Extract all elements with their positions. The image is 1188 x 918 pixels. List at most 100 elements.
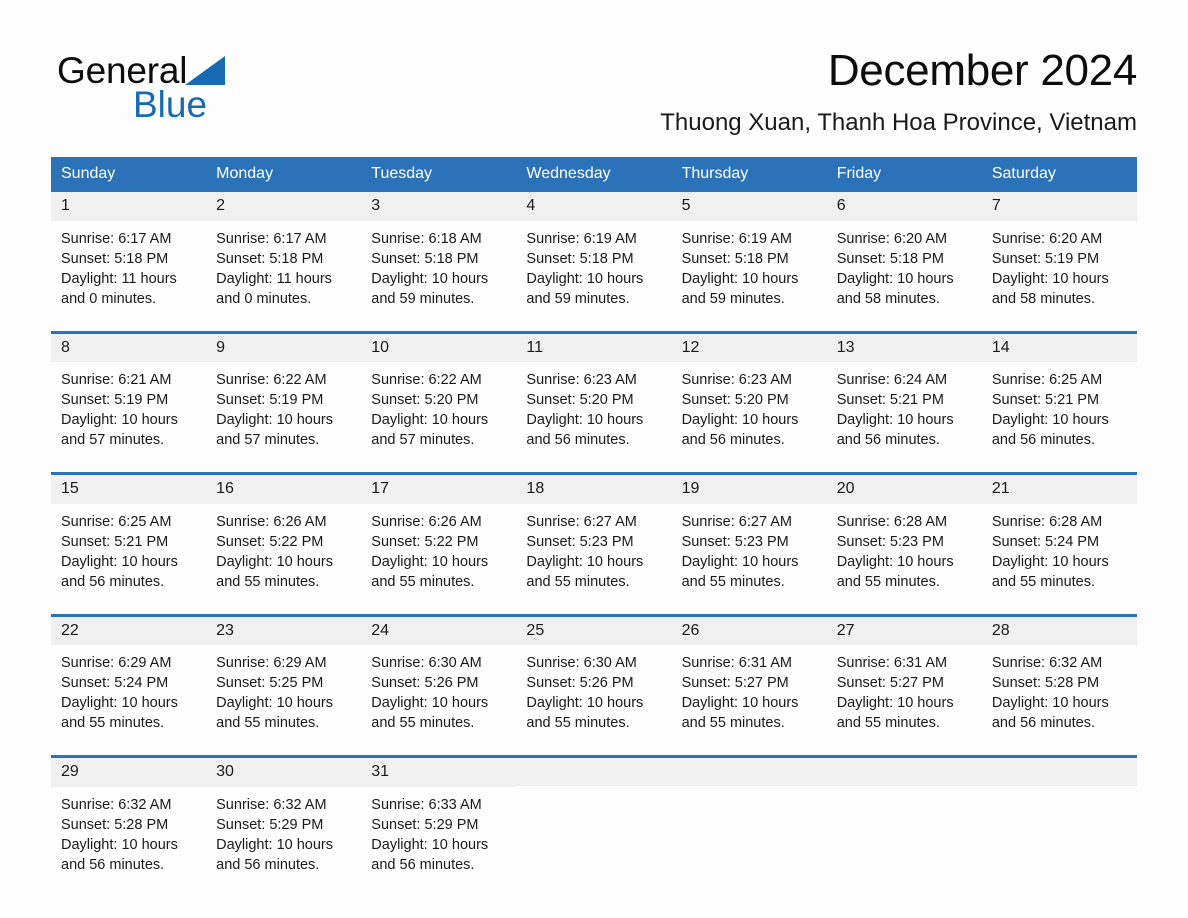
daylight-line1: Daylight: 10 hours (61, 836, 178, 853)
day-cell[interactable]: 27 Sunrise: 6:31 AM Sunset: 5:27 PM Dayl… (826, 616, 982, 738)
logo-triangle-icon (185, 56, 226, 85)
day-cell[interactable]: 16 Sunrise: 6:26 AM Sunset: 5:22 PM Dayl… (206, 475, 362, 596)
sunrise-text: Sunrise: 6:19 AM (526, 230, 637, 247)
logo-text-blue: Blue (133, 84, 208, 125)
day-cell[interactable]: 29 Sunrise: 6:32 AM Sunset: 5:28 PM Dayl… (51, 758, 207, 879)
daylight-line2: and 56 minutes. (836, 432, 940, 449)
daylight-line1: Daylight: 10 hours (216, 553, 334, 570)
sunrise-text: Sunrise: 6:28 AM (836, 513, 948, 530)
day-cell[interactable]: 4 Sunrise: 6:19 AM Sunset: 5:18 PM Dayli… (516, 192, 672, 313)
day-cell[interactable]: 8 Sunrise: 6:21 AM Sunset: 5:19 PM Dayli… (51, 333, 207, 455)
sunrise-text: Sunrise: 6:22 AM (371, 372, 482, 389)
sunrise-text: Sunrise: 6:23 AM (681, 372, 792, 389)
day-cell[interactable]: 6 Sunrise: 6:20 AM Sunset: 5:18 PM Dayli… (826, 192, 982, 313)
daylight-line1: Daylight: 10 hours (371, 553, 489, 570)
sunrise-text: Sunrise: 6:26 AM (371, 513, 482, 530)
day-cell[interactable]: 5 Sunrise: 6:19 AM Sunset: 5:18 PM Dayli… (671, 192, 827, 313)
day-cell[interactable]: 31 Sunrise: 6:33 AM Sunset: 5:29 PM Dayl… (361, 758, 517, 879)
daylight-line1: Daylight: 10 hours (526, 270, 644, 287)
daylight-line2: and 56 minutes. (216, 856, 320, 873)
calendar-page: General Blue December 2024 Thuong Xuan, … (0, 0, 1188, 918)
day-cell[interactable]: 3 Sunrise: 6:18 AM Sunset: 5:18 PM Dayli… (361, 192, 517, 313)
week-row: 29 Sunrise: 6:32 AM Sunset: 5:28 PM Dayl… (51, 758, 1137, 879)
day-cell[interactable]: 12 Sunrise: 6:23 AM Sunset: 5:20 PM Dayl… (671, 333, 827, 455)
daylight-line2: and 56 minutes. (61, 856, 165, 873)
day-cell[interactable]: 15 Sunrise: 6:25 AM Sunset: 5:21 PM Dayl… (51, 475, 207, 596)
sunrise-text: Sunrise: 6:18 AM (371, 230, 482, 247)
day-details: Sunrise: 6:30 AM Sunset: 5:26 PM Dayligh… (516, 645, 671, 737)
day-cell[interactable]: 23 Sunrise: 6:29 AM Sunset: 5:25 PM Dayl… (206, 616, 362, 738)
sunset-text: Sunset: 5:18 PM (61, 250, 169, 267)
sunrise-text: Sunrise: 6:25 AM (61, 513, 172, 530)
day-number: 22 (51, 616, 207, 646)
sunrise-text: Sunrise: 6:31 AM (681, 655, 792, 672)
day-cell[interactable]: 24 Sunrise: 6:30 AM Sunset: 5:26 PM Dayl… (361, 616, 517, 738)
day-cell[interactable]: 9 Sunrise: 6:22 AM Sunset: 5:19 PM Dayli… (206, 333, 362, 455)
day-cell[interactable]: 26 Sunrise: 6:31 AM Sunset: 5:27 PM Dayl… (671, 616, 827, 738)
day-details: Sunrise: 6:17 AM Sunset: 5:18 PM Dayligh… (51, 221, 206, 313)
day-number: 16 (206, 475, 362, 504)
sunset-text: Sunset: 5:22 PM (371, 533, 479, 550)
sunset-text: Sunset: 5:18 PM (371, 250, 479, 267)
day-details (516, 786, 671, 878)
sunset-text: Sunset: 5:19 PM (61, 392, 169, 409)
week-row: 8 Sunrise: 6:21 AM Sunset: 5:19 PM Dayli… (51, 333, 1137, 455)
day-cell[interactable]: 2 Sunrise: 6:17 AM Sunset: 5:18 PM Dayli… (206, 192, 362, 313)
sunset-text: Sunset: 5:19 PM (991, 250, 1100, 267)
day-cell[interactable]: 25 Sunrise: 6:30 AM Sunset: 5:26 PM Dayl… (516, 616, 672, 738)
sunset-text: Sunset: 5:22 PM (216, 533, 324, 550)
daylight-line2: and 55 minutes. (836, 715, 940, 732)
day-cell-empty (516, 758, 672, 879)
day-cell[interactable]: 10 Sunrise: 6:22 AM Sunset: 5:20 PM Dayl… (361, 333, 517, 455)
day-details: Sunrise: 6:33 AM Sunset: 5:29 PM Dayligh… (361, 787, 516, 879)
sunset-text: Sunset: 5:21 PM (61, 533, 169, 550)
day-cell-empty (981, 758, 1137, 879)
sunset-text: Sunset: 5:20 PM (526, 392, 634, 409)
sunrise-text: Sunrise: 6:20 AM (836, 230, 948, 247)
day-cell[interactable]: 20 Sunrise: 6:28 AM Sunset: 5:23 PM Dayl… (826, 475, 982, 596)
daylight-line2: and 56 minutes. (526, 432, 630, 449)
day-cell[interactable]: 30 Sunrise: 6:32 AM Sunset: 5:29 PM Dayl… (206, 758, 362, 879)
sunrise-text: Sunrise: 6:19 AM (681, 230, 792, 247)
day-cell[interactable]: 7 Sunrise: 6:20 AM Sunset: 5:19 PM Dayli… (981, 192, 1137, 313)
daylight-line2: and 59 minutes. (681, 290, 785, 307)
daylight-line2: and 0 minutes. (61, 290, 157, 307)
day-details: Sunrise: 6:23 AM Sunset: 5:20 PM Dayligh… (672, 362, 827, 454)
day-details: Sunrise: 6:25 AM Sunset: 5:21 PM Dayligh… (51, 504, 206, 596)
sunset-text: Sunset: 5:21 PM (836, 392, 944, 409)
daylight-line1: Daylight: 11 hours (61, 270, 177, 287)
sunset-text: Sunset: 5:29 PM (216, 816, 324, 833)
day-cell[interactable]: 19 Sunrise: 6:27 AM Sunset: 5:23 PM Dayl… (671, 475, 827, 596)
day-number: 18 (516, 475, 672, 504)
daylight-line2: and 56 minutes. (681, 432, 785, 449)
daylight-line2: and 58 minutes. (991, 290, 1096, 307)
day-cell[interactable]: 28 Sunrise: 6:32 AM Sunset: 5:28 PM Dayl… (981, 616, 1137, 738)
day-number: 30 (206, 758, 362, 787)
day-cell[interactable]: 18 Sunrise: 6:27 AM Sunset: 5:23 PM Dayl… (516, 475, 672, 596)
daylight-line1: Daylight: 10 hours (991, 553, 1109, 570)
day-number: 2 (206, 192, 362, 221)
daylight-line2: and 55 minutes. (526, 573, 630, 590)
sunrise-text: Sunrise: 6:26 AM (216, 513, 327, 530)
day-cell[interactable]: 11 Sunrise: 6:23 AM Sunset: 5:20 PM Dayl… (516, 333, 672, 455)
day-cell[interactable]: 13 Sunrise: 6:24 AM Sunset: 5:21 PM Dayl… (826, 333, 982, 455)
page-subtitle: Thuong Xuan, Thanh Hoa Province, Vietnam (660, 109, 1137, 137)
day-cell[interactable]: 22 Sunrise: 6:29 AM Sunset: 5:24 PM Dayl… (51, 616, 207, 738)
day-details: Sunrise: 6:30 AM Sunset: 5:26 PM Dayligh… (361, 645, 516, 737)
day-cell[interactable]: 1 Sunrise: 6:17 AM Sunset: 5:18 PM Dayli… (51, 192, 207, 313)
day-number (516, 758, 672, 787)
day-number: 21 (981, 475, 1137, 504)
sunset-text: Sunset: 5:27 PM (836, 675, 944, 692)
day-cell[interactable]: 17 Sunrise: 6:26 AM Sunset: 5:22 PM Dayl… (361, 475, 517, 596)
day-cell[interactable]: 14 Sunrise: 6:25 AM Sunset: 5:21 PM Dayl… (981, 333, 1137, 455)
daylight-line2: and 55 minutes. (681, 573, 785, 590)
sunrise-text: Sunrise: 6:25 AM (991, 372, 1103, 389)
day-cell[interactable]: 21 Sunrise: 6:28 AM Sunset: 5:24 PM Dayl… (981, 475, 1137, 596)
day-details: Sunrise: 6:22 AM Sunset: 5:19 PM Dayligh… (206, 362, 361, 454)
day-details: Sunrise: 6:25 AM Sunset: 5:21 PM Dayligh… (982, 362, 1137, 454)
daylight-line1: Daylight: 10 hours (991, 412, 1109, 429)
daylight-line2: and 55 minutes. (681, 715, 785, 732)
sunset-text: Sunset: 5:20 PM (681, 392, 789, 409)
sunset-text: Sunset: 5:24 PM (61, 675, 169, 692)
day-number: 11 (516, 333, 672, 363)
